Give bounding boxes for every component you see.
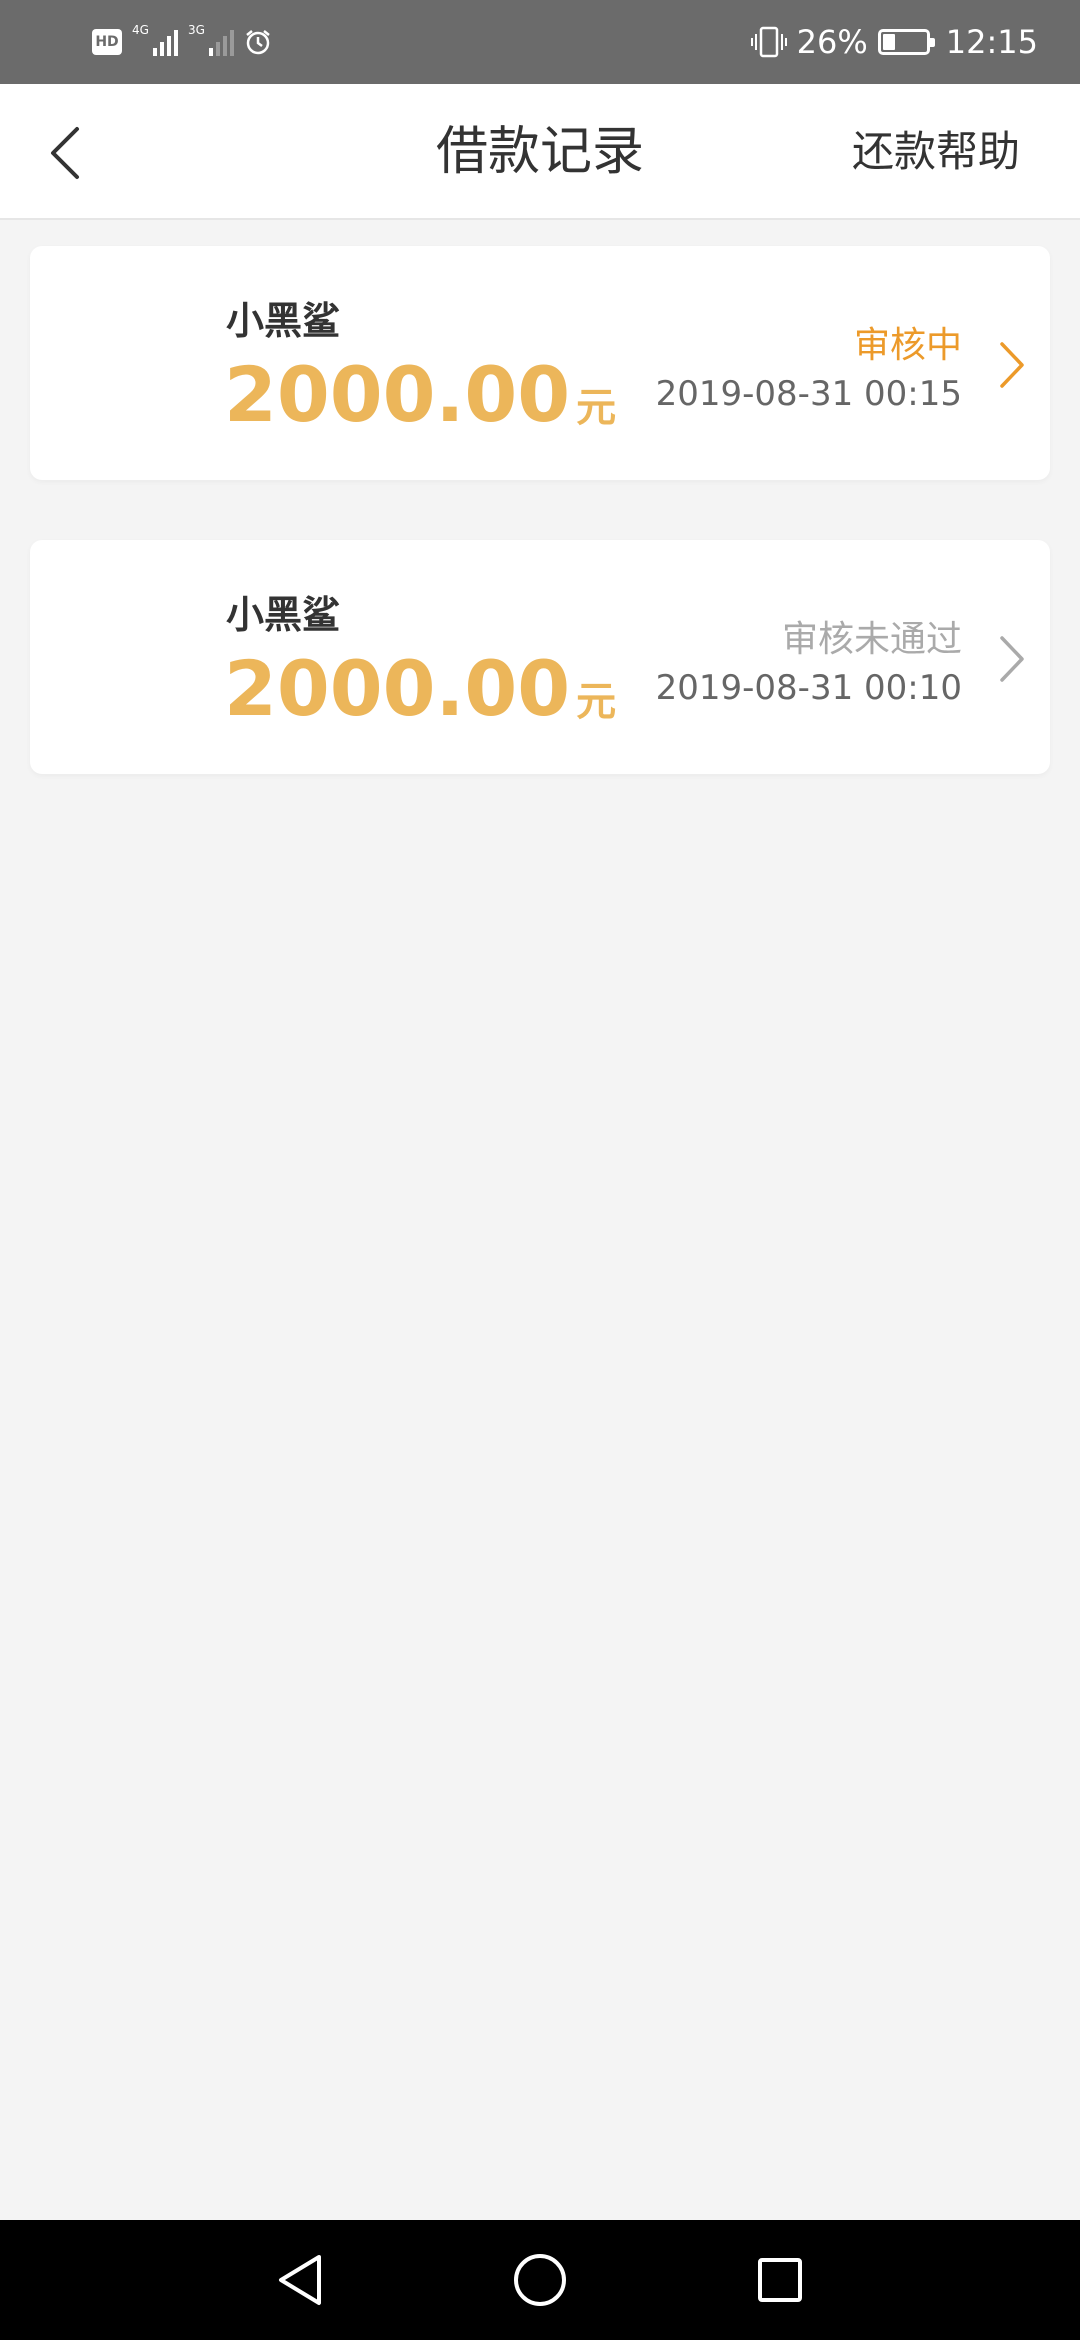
network-3g-label: 3G: [187, 23, 205, 37]
lender-name: 小黑鲨: [226, 593, 341, 637]
loan-amount: 2000.00 元: [224, 644, 616, 747]
loan-amount-value: 2000.00: [224, 350, 571, 439]
status-label: 审核中: [853, 325, 962, 366]
status-left: HD 4G 3G: [92, 22, 272, 62]
chevron-right-icon: [1000, 636, 1024, 682]
hd-icon: HD: [92, 29, 122, 55]
battery-icon: [877, 29, 935, 55]
clock: 12:15: [945, 23, 1038, 61]
status-right: 26% 12:15: [750, 22, 1038, 62]
currency-unit: 元: [576, 385, 617, 431]
network-4g-label: 4G: [132, 23, 149, 37]
chevron-right-icon: [1000, 342, 1024, 388]
status-label: 审核未通过: [781, 619, 962, 660]
loan-date: 2019-08-31 00:10: [655, 668, 962, 708]
currency-unit: 元: [576, 679, 617, 725]
lender-name: 小黑鲨: [226, 299, 341, 343]
status-bar: HD 4G 3G 26% 12:15: [0, 0, 1080, 84]
nav-back-button[interactable]: [250, 2240, 350, 2320]
triangle-back-icon: [279, 2255, 321, 2305]
loan-record-card[interactable]: 小黑鲨 2000.00 元 审核未通过 2019-08-31 00:10: [30, 540, 1050, 774]
repayment-help-link[interactable]: 还款帮助: [852, 84, 1020, 220]
app-header: 借款记录 还款帮助: [0, 84, 1080, 220]
nav-recents-button[interactable]: [730, 2240, 830, 2320]
loan-record-list: 小黑鲨 2000.00 元 审核中 2019-08-31 00:15 小黑鲨 20…: [30, 246, 1050, 834]
loan-amount-value: 2000.00: [224, 644, 571, 733]
nav-home-button[interactable]: [490, 2240, 590, 2320]
loan-record-card[interactable]: 小黑鲨 2000.00 元 审核中 2019-08-31 00:15: [30, 246, 1050, 480]
alarm-icon: [246, 30, 270, 55]
circle-home-icon: [514, 2254, 566, 2306]
signal-strength-icon: [152, 28, 178, 56]
signal-strength-weak-icon: [208, 28, 234, 56]
battery-percent: 26%: [796, 23, 868, 61]
loan-date: 2019-08-31 00:15: [655, 374, 962, 414]
system-nav-bar: [0, 2220, 1080, 2340]
loan-amount: 2000.00 元: [224, 350, 616, 453]
square-recents-icon: [758, 2258, 802, 2302]
vibrate-icon: [750, 26, 787, 58]
